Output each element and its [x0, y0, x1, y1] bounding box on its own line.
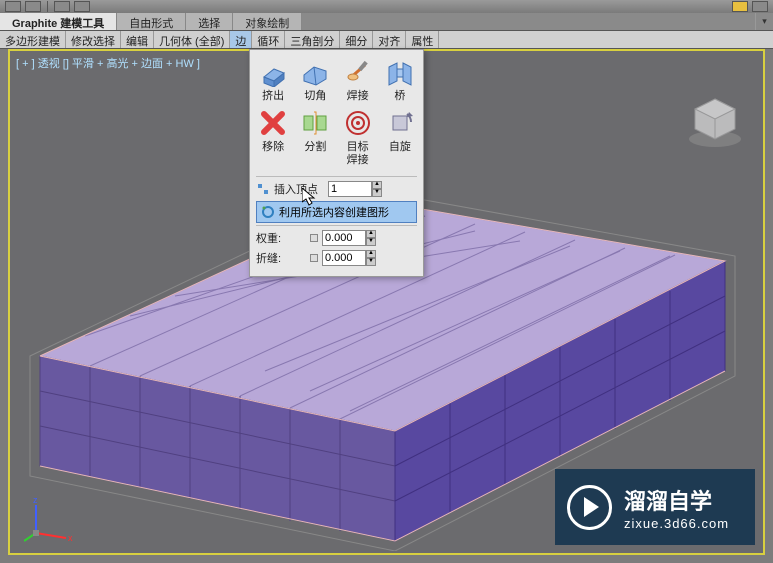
weld-icon: [342, 56, 374, 88]
subtab-loop[interactable]: 循环: [252, 31, 285, 48]
subtab-edit[interactable]: 编辑: [121, 31, 154, 48]
spinner-up-icon[interactable]: ▲: [366, 230, 376, 238]
watermark: 溜溜自学 zixue.3d66.com: [555, 469, 755, 545]
subtab-subdiv[interactable]: 细分: [340, 31, 373, 48]
tb-icon[interactable]: [752, 1, 768, 12]
subtab-tri[interactable]: 三角剖分: [285, 31, 340, 48]
svg-text:x: x: [68, 533, 73, 543]
subtab-align[interactable]: 对齐: [373, 31, 406, 48]
weight-input[interactable]: [322, 230, 366, 246]
spinner-down-icon[interactable]: ▼: [372, 189, 382, 197]
tool-label: 焊接: [347, 90, 369, 103]
tb-icon[interactable]: [54, 1, 70, 12]
play-icon: [567, 485, 612, 530]
extrude-button[interactable]: 挤出: [252, 54, 294, 105]
extrude-icon: [257, 56, 289, 88]
crease-spinner[interactable]: ▲▼: [322, 250, 376, 266]
edge-tools-popup: 挤出 切角 焊接 桥 移除: [249, 49, 424, 277]
insert-vertex-spinner[interactable]: ▲▼: [328, 181, 382, 197]
tool-label: 分割: [304, 141, 326, 154]
remove-icon: [257, 107, 289, 139]
tool-label: 挤出: [262, 90, 284, 103]
top-toolbar: [0, 0, 773, 13]
weld-button[interactable]: 焊接: [337, 54, 379, 105]
svg-text:z: z: [33, 495, 38, 505]
bridge-button[interactable]: 桥: [379, 54, 421, 105]
subtab-edge[interactable]: 边: [230, 31, 252, 48]
subtab-modsel[interactable]: 修改选择: [66, 31, 121, 48]
viewcube-icon[interactable]: [685, 91, 745, 151]
cursor-icon: [302, 188, 318, 208]
chamfer-button[interactable]: 切角: [294, 54, 336, 105]
tab-freeform[interactable]: 自由形式: [117, 13, 186, 30]
tab-graphite[interactable]: Graphite 建模工具: [0, 13, 117, 30]
weight-label: 权重:: [256, 230, 306, 246]
tb-icon[interactable]: [74, 1, 90, 12]
remove-button[interactable]: 移除: [252, 105, 294, 169]
ribbon-tabs: Graphite 建模工具 自由形式 选择 对象绘制 ▾: [0, 13, 773, 31]
split-button[interactable]: 分割: [294, 105, 336, 169]
tool-label: 桥: [394, 90, 405, 103]
crease-input[interactable]: [322, 250, 366, 266]
axis-gizmo-icon: z x: [24, 493, 74, 543]
tb-icon[interactable]: [732, 1, 748, 12]
spinner-down-icon[interactable]: ▼: [366, 238, 376, 246]
weight-spinner[interactable]: ▲▼: [322, 230, 376, 246]
viewport-label[interactable]: [ + ] 透视 [] 平滑 + 高光 + 边面 + HW ]: [16, 55, 200, 71]
watermark-title: 溜溜自学: [624, 484, 729, 516]
tool-label: 目标 焊接: [347, 141, 369, 167]
tool-label: 自旋: [389, 141, 411, 154]
sub-tabs: 多边形建模 修改选择 编辑 几何体 (全部) 边 循环 三角剖分 细分 对齐 属…: [0, 31, 773, 49]
subtab-geom[interactable]: 几何体 (全部): [154, 31, 230, 48]
tab-select[interactable]: 选择: [186, 13, 233, 30]
spin-icon: [384, 107, 416, 139]
target-weld-icon: [342, 107, 374, 139]
insert-vertex-icon: [256, 182, 270, 196]
create-shape-icon: [261, 205, 275, 219]
insert-vertex-input[interactable]: [328, 181, 372, 197]
tool-label: 切角: [304, 90, 326, 103]
ribbon-minimize-icon[interactable]: ▾: [755, 13, 773, 30]
create-shape-label: 利用所选内容创建图形: [279, 204, 389, 220]
split-icon: [299, 107, 331, 139]
create-shape-button[interactable]: 利用所选内容创建图形: [256, 201, 417, 223]
spinner-up-icon[interactable]: ▲: [372, 181, 382, 189]
subtab-prop[interactable]: 属性: [406, 31, 439, 48]
subtab-polymodel[interactable]: 多边形建模: [0, 31, 66, 48]
spinner-down-icon[interactable]: ▼: [366, 258, 376, 266]
chamfer-icon: [299, 56, 331, 88]
crease-label: 折缝:: [256, 250, 306, 266]
tool-label: 移除: [262, 141, 284, 154]
spin-button[interactable]: 自旋: [379, 105, 421, 169]
tb-icon[interactable]: [5, 1, 21, 12]
tb-icon[interactable]: [25, 1, 41, 12]
target-weld-button[interactable]: 目标 焊接: [337, 105, 379, 169]
tab-paint[interactable]: 对象绘制: [233, 13, 302, 30]
spinner-up-icon[interactable]: ▲: [366, 250, 376, 258]
crease-dropdown[interactable]: [310, 254, 318, 262]
watermark-url: zixue.3d66.com: [624, 516, 729, 531]
bridge-icon: [384, 56, 416, 88]
weight-dropdown[interactable]: [310, 234, 318, 242]
